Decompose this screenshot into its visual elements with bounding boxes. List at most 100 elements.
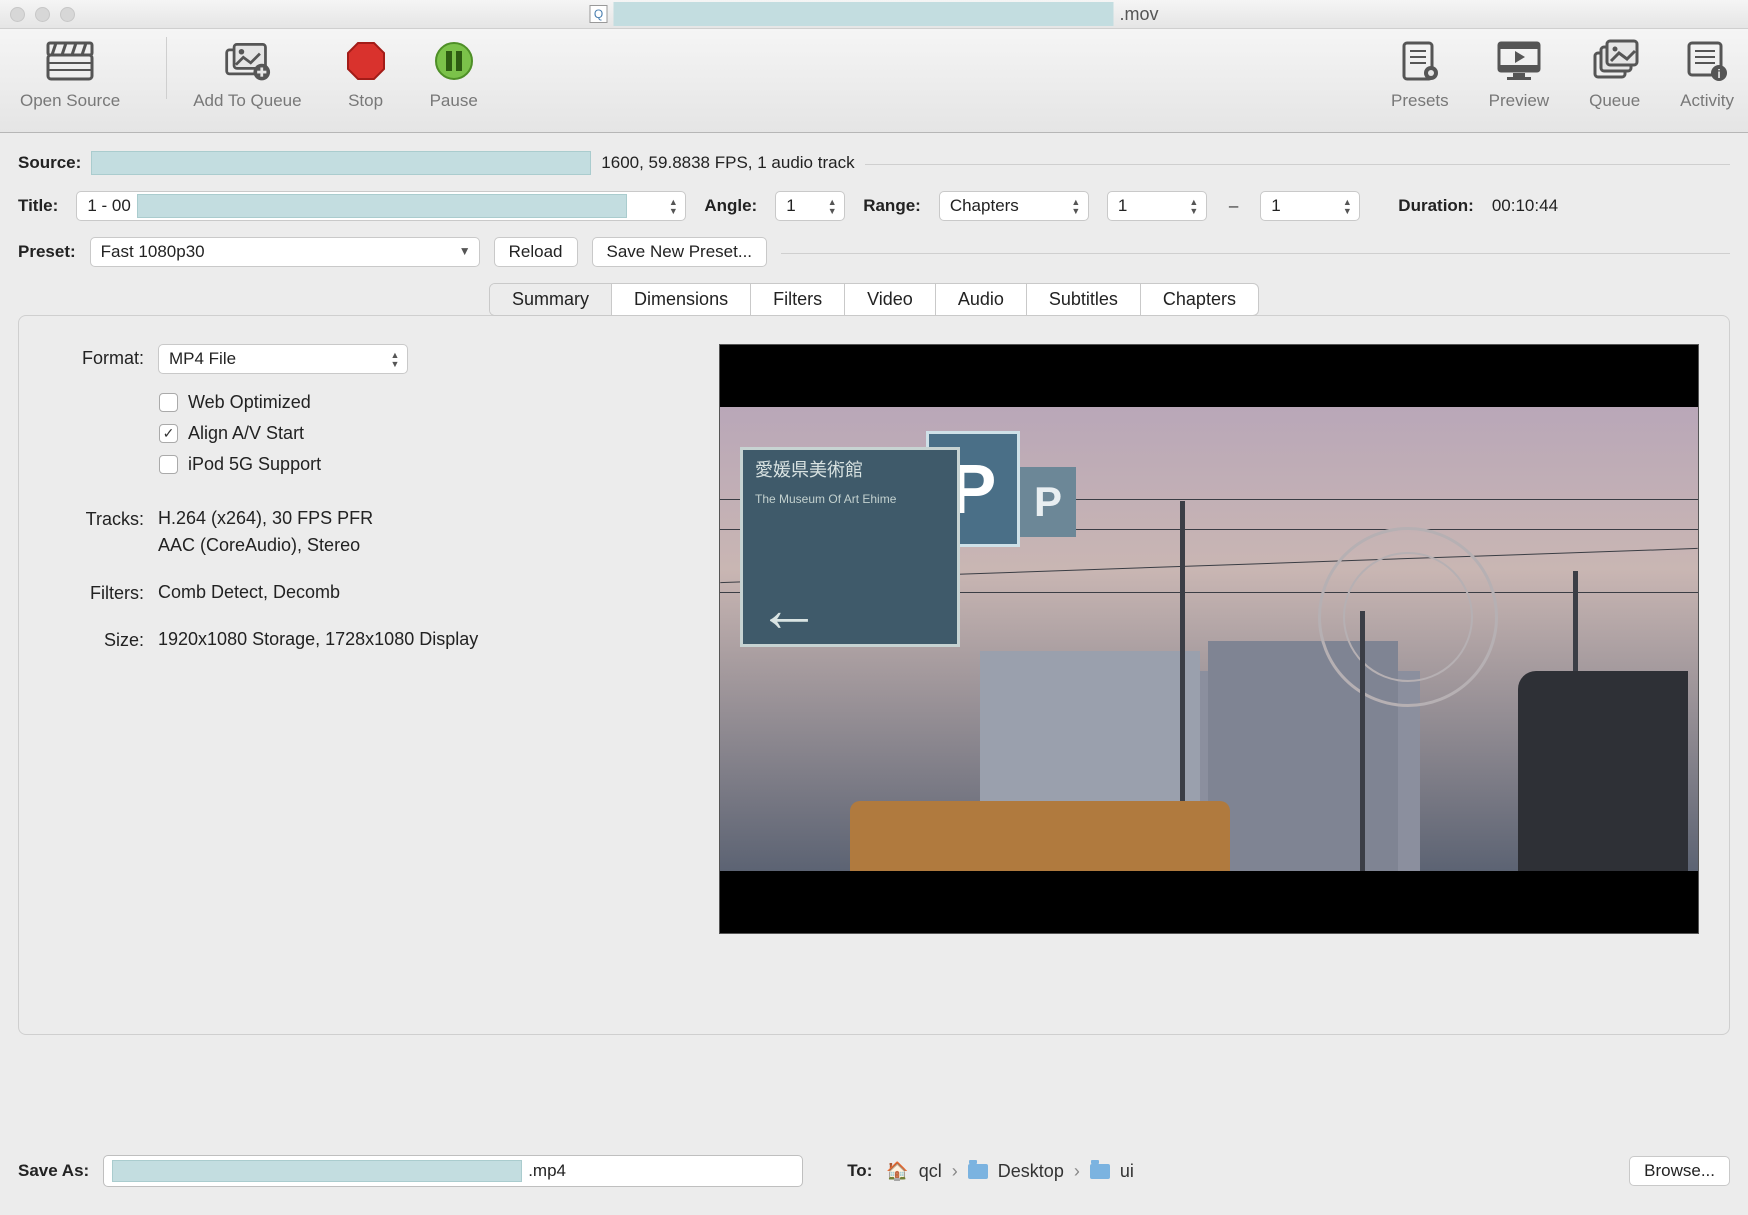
angle-label: Angle:	[704, 196, 757, 216]
pause-icon	[430, 37, 478, 85]
title-combo[interactable]: 1 - 00 ▲▼	[76, 191, 686, 221]
tab-dimensions[interactable]: Dimensions	[612, 284, 751, 315]
preview-label: Preview	[1489, 91, 1549, 111]
queue-icon	[1591, 37, 1639, 85]
open-source-button[interactable]: Open Source	[0, 37, 160, 111]
pause-button[interactable]: Pause	[410, 37, 498, 111]
zoom-window-icon[interactable]	[60, 7, 75, 22]
ipod5g-row[interactable]: iPod 5G Support	[159, 454, 609, 475]
chevron-right-icon: ›	[1074, 1161, 1080, 1182]
tracks-line2: AAC (CoreAudio), Stereo	[158, 532, 373, 559]
tab-video[interactable]: Video	[845, 284, 936, 315]
browse-label: Browse...	[1644, 1161, 1715, 1181]
range-from-value: 1	[1118, 196, 1127, 216]
divider	[865, 164, 1730, 165]
tracks-line1: H.264 (x264), 30 FPS PFR	[158, 505, 373, 532]
queue-button[interactable]: Queue	[1569, 37, 1660, 111]
range-mode-value: Chapters	[950, 196, 1019, 216]
range-to-combo[interactable]: 1 ▲▼	[1260, 191, 1360, 221]
path-seg-0[interactable]: qcl	[919, 1161, 942, 1182]
queue-label: Queue	[1589, 91, 1640, 111]
main-toolbar: Open Source Add To Queue Stop Pause Pres…	[0, 29, 1748, 133]
path-seg-2[interactable]: ui	[1120, 1161, 1134, 1182]
tab-subtitles[interactable]: Subtitles	[1027, 284, 1141, 315]
stepper-icon[interactable]: ▲▼	[824, 195, 840, 217]
source-info: 1600, 59.8838 FPS, 1 audio track	[601, 153, 854, 173]
summary-panel: Format: MP4 File ▲▼ Web Optimized Align …	[18, 315, 1730, 1035]
window-controls[interactable]	[10, 7, 75, 22]
tab-chapters[interactable]: Chapters	[1141, 284, 1258, 315]
tracks-value: H.264 (x264), 30 FPS PFR AAC (CoreAudio)…	[158, 505, 373, 559]
duration-label: Duration:	[1398, 196, 1474, 216]
tab-summary[interactable]: Summary	[490, 284, 612, 315]
angle-combo[interactable]: 1 ▲▼	[775, 191, 845, 221]
chevron-down-icon: ▼	[459, 244, 471, 258]
chevron-right-icon: ›	[952, 1161, 958, 1182]
preview-button[interactable]: Preview	[1469, 37, 1569, 111]
filters-value: Comb Detect, Decomb	[158, 579, 340, 606]
path-seg-1[interactable]: Desktop	[998, 1161, 1064, 1182]
reload-button[interactable]: Reload	[494, 237, 578, 267]
presets-icon	[1396, 37, 1444, 85]
add-to-queue-button[interactable]: Add To Queue	[173, 37, 321, 111]
tabs: Summary Dimensions Filters Video Audio S…	[489, 283, 1259, 316]
close-window-icon[interactable]	[10, 7, 25, 22]
video-preview[interactable]: P P 愛媛県美術館 The Museum Of Art Ehime ←	[719, 344, 1699, 934]
folder-icon	[968, 1164, 988, 1179]
activity-icon: i	[1683, 37, 1731, 85]
clapperboard-icon	[46, 37, 94, 85]
booth	[1518, 671, 1688, 871]
presets-button[interactable]: Presets	[1371, 37, 1469, 111]
divider	[781, 253, 1730, 254]
format-combo[interactable]: MP4 File ▲▼	[158, 344, 408, 374]
to-label: To:	[847, 1161, 872, 1181]
format-label: Format:	[49, 344, 144, 369]
tab-filters[interactable]: Filters	[751, 284, 845, 315]
minimize-window-icon[interactable]	[35, 7, 50, 22]
preview-frame: P P 愛媛県美術館 The Museum Of Art Ehime ←	[720, 407, 1698, 871]
toolbar-separator	[166, 37, 167, 99]
activity-button[interactable]: i Activity	[1660, 37, 1748, 111]
web-optimized-label: Web Optimized	[188, 392, 311, 413]
align-av-checkbox[interactable]	[159, 424, 178, 443]
stop-label: Stop	[348, 91, 383, 111]
align-av-label: Align A/V Start	[188, 423, 304, 444]
title-row: Title: 1 - 00 ▲▼ Angle: 1 ▲▼ Range: Chap…	[18, 191, 1730, 221]
activity-label: Activity	[1680, 91, 1734, 111]
tab-audio[interactable]: Audio	[936, 284, 1027, 315]
destination-path[interactable]: 🏠 qcl › Desktop › ui	[886, 1161, 1134, 1182]
sign-text: 愛媛県美術館	[743, 450, 957, 492]
title-value-redacted	[137, 194, 627, 218]
web-optimized-checkbox[interactable]	[159, 393, 178, 412]
stepper-icon[interactable]: ▲▼	[665, 195, 681, 217]
arrow-left-icon: ←	[757, 572, 821, 646]
range-to-value: 1	[1271, 196, 1280, 216]
ipod5g-checkbox[interactable]	[159, 455, 178, 474]
stepper-icon[interactable]: ▲▼	[1339, 195, 1355, 217]
browse-button[interactable]: Browse...	[1629, 1156, 1730, 1186]
saveas-label: Save As:	[18, 1161, 89, 1181]
bottom-bar: Save As: .mp4 To: 🏠 qcl › Desktop › ui B…	[0, 1139, 1748, 1215]
range-from-combo[interactable]: 1 ▲▼	[1107, 191, 1207, 221]
stop-icon	[342, 37, 390, 85]
preset-combo[interactable]: Fast 1080p30 ▼	[90, 237, 480, 267]
sign-subtext: The Museum Of Art Ehime	[743, 492, 957, 506]
saveas-suffix: .mp4	[528, 1161, 566, 1181]
ipod5g-label: iPod 5G Support	[188, 454, 321, 475]
direction-sign: 愛媛県美術館 The Museum Of Art Ehime ←	[740, 447, 960, 647]
window-title-suffix: .mov	[1119, 4, 1158, 25]
align-av-row[interactable]: Align A/V Start	[159, 423, 609, 444]
stepper-icon[interactable]: ▲▼	[1068, 195, 1084, 217]
save-new-preset-button[interactable]: Save New Preset...	[592, 237, 768, 267]
source-label: Source:	[18, 153, 81, 173]
saveas-input[interactable]: .mp4	[103, 1155, 803, 1187]
range-mode-combo[interactable]: Chapters ▲▼	[939, 191, 1089, 221]
home-icon: 🏠	[886, 1161, 908, 1182]
stepper-icon[interactable]: ▲▼	[387, 348, 403, 370]
stepper-icon[interactable]: ▲▼	[1186, 195, 1202, 217]
window-title: Q .mov	[589, 2, 1158, 26]
stop-button[interactable]: Stop	[322, 37, 410, 111]
reload-label: Reload	[509, 242, 563, 262]
folder-icon	[1090, 1164, 1110, 1179]
web-optimized-row[interactable]: Web Optimized	[159, 392, 609, 413]
